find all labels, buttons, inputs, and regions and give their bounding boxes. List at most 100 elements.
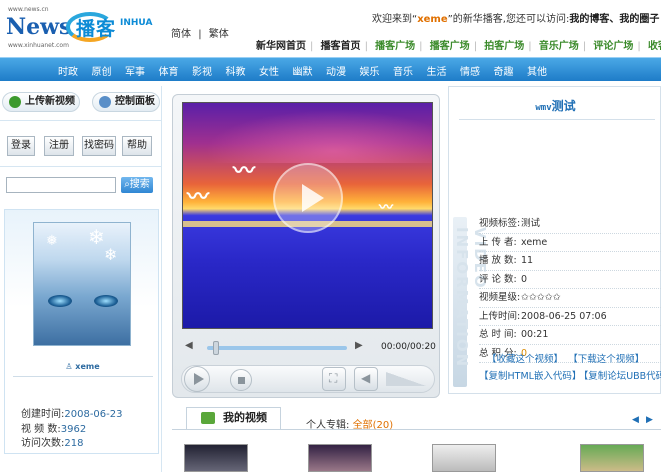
rewind-icon[interactable]: ◀ (185, 340, 193, 351)
info-row-rating: 视频星级:✩✩✩✩✩ (479, 289, 661, 308)
profile-card: ❄ ❄ ❅ ♙ xeme 创建时间:2008-06-23 视 频 数:3962 … (4, 209, 159, 454)
info-row-tag: 视频标签:测试 (479, 215, 661, 234)
album-all-link[interactable]: 全部 (353, 420, 373, 431)
lang-traditional-link[interactable]: 繁体 (209, 29, 229, 40)
category-item[interactable]: 奇趣 (494, 63, 528, 78)
nav-sep: | (419, 41, 423, 52)
forward-icon[interactable]: ▶ (355, 340, 363, 351)
next-arrow-icon[interactable]: ▶ (646, 415, 653, 425)
upload-label: 上传新视频 (25, 96, 75, 107)
avatar[interactable]: ❄ ❄ ❅ (33, 222, 131, 346)
category-item[interactable]: 时政 (58, 63, 92, 78)
volume-slider[interactable] (386, 372, 426, 386)
nav-collect-square[interactable]: 收客广场 (648, 41, 661, 52)
category-bar: 时政 原创 军事 体育 影视 科教 女性 幽默 动漫 娱乐 音乐 生活 情感 奇趣 其他 (0, 57, 661, 81)
info-value[interactable]: 测试 (521, 218, 540, 229)
my-circle-link[interactable]: 我的圈子 (619, 14, 659, 25)
welcome-username: xeme (417, 14, 448, 25)
player-controls: ⛶ ◀ (181, 365, 435, 393)
video-thumbnail[interactable] (184, 444, 248, 472)
video-thumbnail[interactable] (308, 444, 372, 472)
login-button[interactable]: 登录 (7, 136, 35, 156)
album-label: 个人专辑: (306, 420, 350, 431)
profile-name[interactable]: ♙ xeme (5, 362, 160, 371)
video-thumbnail[interactable] (432, 444, 496, 472)
nav-sep: | (637, 41, 641, 52)
category-item[interactable]: 娱乐 (360, 63, 394, 78)
action-row: 【复制HTML嵌入代码】【复制论坛UBB代码】 (479, 368, 661, 385)
nav-sep: | (310, 41, 314, 52)
play-button[interactable] (184, 366, 210, 392)
nav-sep: | (528, 41, 532, 52)
favorite-video-link[interactable]: 【收藏这个视频】 (487, 354, 563, 365)
xinhua-news-logo[interactable]: www.news.cn News www.xinhuanet.com (6, 6, 71, 49)
mute-button[interactable]: ◀ (354, 367, 378, 391)
category-item[interactable]: 音乐 (393, 63, 427, 78)
nav-music-square[interactable]: 音乐广场 (539, 41, 579, 52)
play-overlay-button[interactable] (273, 163, 343, 233)
search-label: 搜索 (129, 179, 150, 190)
copy-ubb-code-link[interactable]: 【复制论坛UBB代码】 (583, 371, 661, 382)
my-blog-link[interactable]: 我的博客、 (569, 14, 619, 25)
nav-xinhua-home[interactable]: 新华网首页 (256, 41, 306, 52)
category-item[interactable]: 其他 (527, 63, 561, 78)
lang-simplified-link[interactable]: 简体 (171, 29, 191, 40)
stop-button[interactable] (230, 369, 252, 391)
nav-sep: | (473, 41, 478, 52)
category-item[interactable]: 情感 (460, 63, 494, 78)
info-value: 2008-06-25 07:06 (521, 310, 607, 322)
upload-video-button[interactable]: 上传新视频 (2, 92, 80, 112)
nav-comment-square[interactable]: 评论广场 (593, 41, 633, 52)
panel-icon (99, 96, 111, 108)
info-value[interactable]: xeme (521, 237, 547, 248)
find-password-button[interactable]: 找密码 (82, 136, 116, 156)
nav-boke-home[interactable]: 播客首页 (321, 41, 361, 52)
category-item[interactable]: 科教 (226, 63, 260, 78)
help-button[interactable]: 帮助 (122, 136, 152, 156)
control-panel-button[interactable]: 控制面板 (92, 92, 160, 112)
created-value: 2008-06-23 (64, 409, 123, 420)
welcome-suffix: ”的新华播客,您还可以访问: (447, 14, 570, 25)
my-videos-tab[interactable]: 我的视频 (186, 407, 281, 429)
welcome-text: 欢迎来到“xeme”的新华播客,您还可以访问:我的博客、我的圈子 (372, 10, 659, 25)
nav-square-2[interactable]: 播客广场 (430, 41, 470, 52)
video-info-panel: wmv测试 VIDEO INFORMATION 视频标签:测试 上 传 者: xe… (448, 86, 661, 394)
fullscreen-button[interactable]: ⛶ (322, 367, 346, 391)
visits-row: 访问次数:218 (21, 437, 123, 452)
register-button[interactable]: 注册 (44, 136, 74, 156)
info-key: 视频星级: (479, 292, 521, 303)
category-item[interactable]: 生活 (427, 63, 461, 78)
download-video-link[interactable]: 【下载这个视频】 (573, 354, 644, 365)
seek-handle[interactable] (213, 341, 219, 355)
category-item[interactable]: 影视 (192, 63, 226, 78)
logo-url: www.news.cn (8, 6, 49, 13)
category-item[interactable]: 女性 (259, 63, 293, 78)
search-input[interactable] (6, 177, 116, 193)
prev-arrow-icon[interactable]: ◀ (632, 415, 639, 425)
category-item[interactable]: 原创 (92, 63, 126, 78)
rating-stars-icon[interactable]: ✩✩✩✩✩ (521, 292, 561, 303)
boke-logo[interactable]: 播客 INHUA (66, 8, 162, 46)
snowflake-decoration: ❄ (88, 225, 105, 249)
seek-bar[interactable] (207, 341, 347, 355)
play-icon (194, 373, 204, 385)
stop-icon (238, 377, 245, 384)
my-videos-label: 我的视频 (223, 411, 267, 424)
snowflake-decoration: ❄ (104, 245, 118, 264)
category-item[interactable]: 幽默 (293, 63, 327, 78)
fullscreen-icon: ⛶ (329, 371, 338, 385)
category-item[interactable]: 军事 (125, 63, 159, 78)
search-button[interactable]: ⌕搜索 (121, 177, 153, 193)
video-screen[interactable]: 〰 〰 〰 (182, 102, 433, 329)
copy-html-code-link[interactable]: 【复制HTML嵌入代码】 (479, 371, 581, 382)
profile-stats: 创建时间:2008-06-23 视 频 数:3962 访问次数:218 (21, 408, 123, 452)
category-item[interactable]: 动漫 (326, 63, 360, 78)
video-thumbnail[interactable] (580, 444, 644, 472)
gull-decoration: 〰 (379, 200, 393, 216)
info-key: 上 传 者: (479, 236, 517, 248)
info-row-comments: 评 论 数: 0 (479, 271, 661, 289)
nav-square-1[interactable]: 播客广场 (375, 41, 415, 52)
videos-row: 视 频 数:3962 (21, 423, 123, 438)
category-item[interactable]: 体育 (159, 63, 193, 78)
nav-paike-square[interactable]: 拍客广场 (484, 41, 524, 52)
